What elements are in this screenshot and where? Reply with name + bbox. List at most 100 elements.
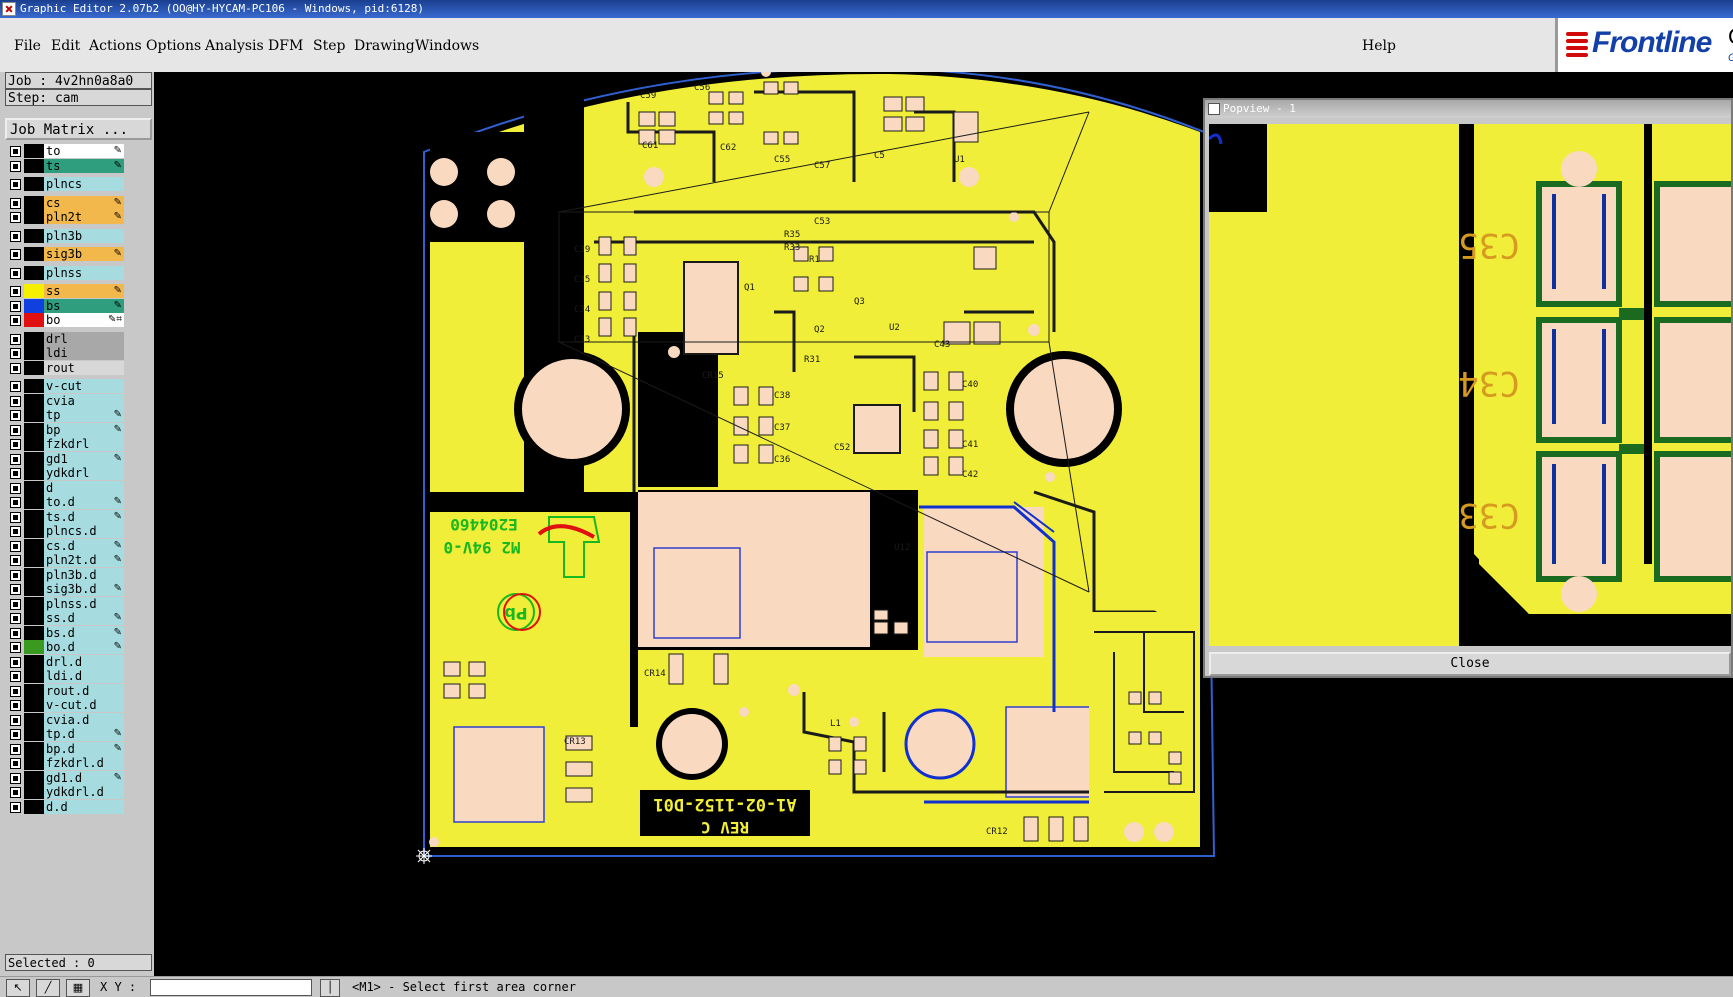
layer-checkbox[interactable] <box>10 146 21 157</box>
layer-row[interactable]: plnss.d <box>4 596 128 612</box>
layer-row[interactable]: pln2t.d ✎ <box>4 553 128 568</box>
layer-color-swatch[interactable] <box>24 596 44 611</box>
layer-row[interactable]: to ✎ <box>4 144 128 159</box>
layer-color-swatch[interactable] <box>24 284 44 298</box>
popview-image[interactable]: C35 C34 C33 <box>1209 124 1731 646</box>
layer-name[interactable]: tp ✎ <box>44 408 124 422</box>
layer-name[interactable]: bo ✎⌗ <box>44 313 124 327</box>
layer-name[interactable]: ss ✎ <box>44 284 124 298</box>
layer-name[interactable]: sig3b ✎ <box>44 247 124 261</box>
layer-name[interactable]: gd1.d ✎ <box>44 770 124 785</box>
layer-checkbox[interactable] <box>10 584 21 595</box>
layer-checkbox[interactable] <box>10 598 21 610</box>
layer-checkbox[interactable] <box>10 300 21 312</box>
layer-name[interactable]: fzkdrl.d <box>44 756 124 770</box>
layer-name[interactable]: pln2t ✎ <box>44 210 124 224</box>
layer-name[interactable]: d.d <box>44 799 124 814</box>
layer-color-swatch[interactable] <box>24 379 44 393</box>
layer-color-swatch[interactable] <box>24 611 44 625</box>
layer-checkbox[interactable] <box>10 642 21 653</box>
layer-row[interactable]: cvia.d <box>4 712 128 728</box>
menu-options[interactable]: Options <box>146 38 201 54</box>
layer-name[interactable]: rout.d <box>44 683 124 698</box>
layer-checkbox[interactable] <box>10 381 21 392</box>
layer-checkbox[interactable] <box>10 160 21 172</box>
layer-color-swatch[interactable] <box>24 741 44 756</box>
layer-name[interactable]: d <box>44 480 124 495</box>
layer-name[interactable]: cs.d ✎ <box>44 538 124 553</box>
layer-name[interactable]: to ✎ <box>44 144 124 158</box>
layer-row[interactable]: rout <box>4 360 128 376</box>
layer-color-swatch[interactable] <box>24 567 44 582</box>
layer-checkbox[interactable] <box>10 671 21 682</box>
layer-name[interactable]: drl <box>44 331 124 346</box>
measure-tool-icon[interactable]: ╱ <box>36 979 60 997</box>
layer-name[interactable]: ydkdrl.d <box>44 785 124 799</box>
menu-help[interactable]: Help <box>1362 38 1396 54</box>
layer-color-swatch[interactable] <box>24 451 44 466</box>
layer-row[interactable]: to.d ✎ <box>4 495 128 510</box>
layer-checkbox[interactable] <box>10 729 21 740</box>
layer-name[interactable]: ldi.d <box>44 669 124 683</box>
layer-checkbox[interactable] <box>10 613 21 624</box>
layer-name[interactable]: ss.d ✎ <box>44 611 124 625</box>
layer-color-swatch[interactable] <box>24 437 44 451</box>
layer-row[interactable]: sig3b.d ✎ <box>4 582 128 597</box>
layer-checkbox[interactable] <box>10 348 21 359</box>
layer-checkbox[interactable] <box>10 267 21 279</box>
layer-row[interactable]: bo.d ✎ <box>4 640 128 655</box>
layer-row[interactable]: plncs.d <box>4 524 128 539</box>
layer-color-swatch[interactable] <box>24 346 44 360</box>
layer-checkbox[interactable] <box>10 801 21 813</box>
layer-name[interactable]: bp.d ✎ <box>44 741 124 756</box>
layer-row[interactable]: bs ✎ <box>4 298 128 314</box>
popview-close-button[interactable]: Close <box>1209 652 1731 676</box>
layer-color-swatch[interactable] <box>24 582 44 596</box>
layer-checkbox[interactable] <box>10 410 21 421</box>
layer-row[interactable]: cvia <box>4 393 128 409</box>
layer-checkbox[interactable] <box>10 700 21 711</box>
layer-checkbox[interactable] <box>10 212 21 223</box>
layer-name[interactable]: bo.d ✎ <box>44 640 124 654</box>
layer-color-swatch[interactable] <box>24 727 44 741</box>
layer-row[interactable]: ldi.d <box>4 669 128 684</box>
layer-row[interactable]: plnss <box>4 265 128 281</box>
xy-apply-icon[interactable]: │ <box>320 979 340 997</box>
layer-name[interactable]: fzkdrl <box>44 437 124 451</box>
layer-row[interactable]: cs.d ✎ <box>4 538 128 554</box>
layer-name[interactable]: cvia.d <box>44 712 124 727</box>
layer-name[interactable]: ydkdrl <box>44 466 124 480</box>
layer-row[interactable]: ts ✎ <box>4 158 128 174</box>
layer-color-swatch[interactable] <box>24 770 44 785</box>
grid-tool-icon[interactable]: ▦ <box>66 979 90 997</box>
layer-row[interactable]: ss.d ✎ <box>4 611 128 626</box>
job-matrix-button[interactable]: Job Matrix ... <box>5 118 152 140</box>
layer-row[interactable]: ts.d ✎ <box>4 509 128 525</box>
layer-checkbox[interactable] <box>10 468 21 479</box>
layer-name[interactable]: bs.d ✎ <box>44 625 124 640</box>
menu-actions[interactable]: Actions <box>89 38 142 54</box>
popview-titlebar[interactable]: Popview - 1 <box>1205 100 1731 118</box>
layer-row[interactable]: drl <box>4 331 128 347</box>
menu-step[interactable]: Step <box>313 38 345 54</box>
layer-row[interactable]: fzkdrl <box>4 437 128 452</box>
layer-checkbox[interactable] <box>10 526 21 537</box>
layer-name[interactable]: plncs <box>44 177 124 191</box>
menu-edit[interactable]: Edit <box>51 38 80 54</box>
layer-name[interactable]: pln3b <box>44 228 124 243</box>
layer-checkbox[interactable] <box>10 627 21 639</box>
menu-dfm[interactable]: DFM <box>268 38 303 54</box>
menu-analysis[interactable]: Analysis <box>205 38 264 54</box>
layer-checkbox[interactable] <box>10 439 21 450</box>
layer-color-swatch[interactable] <box>24 538 44 553</box>
layer-checkbox[interactable] <box>10 482 21 494</box>
layer-checkbox[interactable] <box>10 569 21 581</box>
layer-name[interactable]: ts.d ✎ <box>44 509 124 524</box>
layer-row[interactable]: plncs <box>4 177 128 192</box>
layer-row[interactable]: pln3b.d <box>4 567 128 583</box>
layer-name[interactable]: tp.d ✎ <box>44 727 124 741</box>
layer-row[interactable]: d.d <box>4 799 128 815</box>
layer-checkbox[interactable] <box>10 315 21 326</box>
layer-checkbox[interactable] <box>10 249 21 260</box>
menu-drawing[interactable]: Drawing <box>354 38 415 54</box>
